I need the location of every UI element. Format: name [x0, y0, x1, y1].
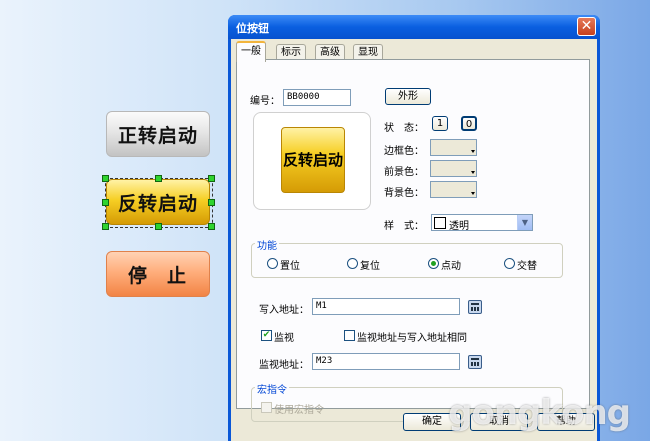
state-0-button[interactable]: 0	[461, 116, 477, 131]
tab-general[interactable]: 一般	[236, 41, 266, 62]
resize-handle-tr[interactable]	[208, 175, 215, 182]
forward-start-button[interactable]: 正转启动	[106, 111, 210, 157]
style-select[interactable]: 透明 ▼	[431, 214, 533, 232]
tab-display[interactable]: 显现	[353, 44, 383, 60]
resize-handle-tm[interactable]	[155, 175, 162, 182]
style-swatch	[434, 217, 446, 229]
same-address-label: 监视地址与写入地址相同	[357, 333, 467, 344]
style-value: 透明	[449, 221, 469, 232]
macro-group-title: 宏指令	[255, 381, 289, 396]
resize-handle-tl[interactable]	[102, 175, 109, 182]
bg-color-label: 背景色：	[384, 188, 424, 199]
monitor-checkbox[interactable]: ✔	[261, 330, 272, 341]
close-icon[interactable]: ✕	[577, 17, 596, 36]
tab-label[interactable]: 标示	[276, 44, 306, 60]
dialog-titlebar[interactable]: 位按钮 ✕	[228, 15, 600, 39]
state-1-button[interactable]: 1	[432, 116, 448, 131]
radio-momentary[interactable]	[428, 258, 439, 269]
fg-color-label: 前景色：	[384, 167, 424, 178]
state-label: 状 态：	[384, 123, 424, 134]
reverse-start-button[interactable]: 反转启动	[106, 179, 210, 225]
chevron-down-icon[interactable]: ▼	[517, 215, 532, 230]
bit-button-dialog: 位按钮 ✕ 一般 标示 高级 显现 编号： BB0000 外形 反转启动 状 态…	[228, 15, 600, 441]
resize-handle-bm[interactable]	[155, 223, 162, 230]
preview-button: 反转启动	[281, 127, 345, 193]
radio-toggle[interactable]	[504, 258, 515, 269]
radio-set-label: 置位	[280, 261, 300, 272]
radio-toggle-label: 交替	[517, 261, 537, 272]
border-color-picker[interactable]	[430, 139, 477, 156]
style-label: 样 式：	[384, 221, 424, 232]
general-panel: 编号： BB0000 外形 反转启动 状 态： 1 0 边框色： 前景色： 背景…	[236, 59, 590, 422]
same-address-checkbox[interactable]	[344, 330, 355, 341]
use-macro-checkbox[interactable]	[261, 402, 272, 413]
write-address-label: 写入地址：	[259, 305, 309, 316]
resize-handle-bl[interactable]	[102, 223, 109, 230]
button-preview: 反转启动	[253, 112, 371, 210]
radio-set[interactable]	[267, 258, 278, 269]
watermark: gongkong	[448, 393, 631, 433]
radio-reset-label: 复位	[360, 261, 380, 272]
tab-advanced[interactable]: 高级	[315, 44, 345, 60]
use-macro-label: 使用宏指令	[274, 405, 324, 416]
bg-color-picker[interactable]	[430, 181, 477, 198]
radio-reset[interactable]	[347, 258, 358, 269]
fg-color-picker[interactable]	[430, 160, 477, 177]
calculator-icon[interactable]	[468, 355, 482, 369]
stop-button[interactable]: 停止	[106, 251, 210, 297]
id-field[interactable]: BB0000	[283, 89, 351, 106]
monitor-checkbox-label: 监视	[274, 333, 294, 344]
dialog-title: 位按钮	[236, 22, 269, 35]
resize-handle-mr[interactable]	[208, 199, 215, 206]
dialog-client: 一般 标示 高级 显现 编号： BB0000 外形 反转启动 状 态： 1 0 …	[231, 39, 597, 441]
radio-momentary-label: 点动	[441, 261, 461, 272]
border-color-label: 边框色：	[384, 146, 424, 157]
monitor-address-field[interactable]: M23	[312, 353, 460, 370]
shape-button[interactable]: 外形	[385, 88, 431, 105]
monitor-address-label: 监视地址：	[259, 360, 309, 371]
write-address-field[interactable]: M1	[312, 298, 460, 315]
id-label: 编号：	[250, 96, 280, 107]
resize-handle-br[interactable]	[208, 223, 215, 230]
function-group-title: 功能	[255, 237, 279, 252]
calculator-icon[interactable]	[468, 300, 482, 314]
resize-handle-ml[interactable]	[102, 199, 109, 206]
